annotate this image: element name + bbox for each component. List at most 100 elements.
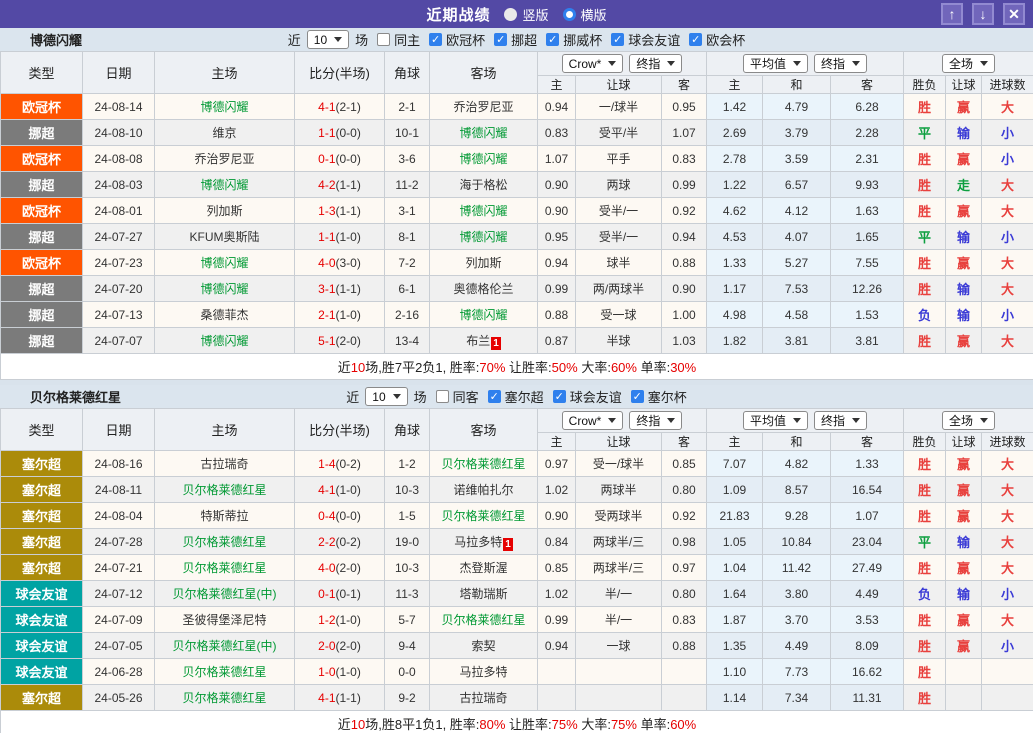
match-date: 24-07-05 — [83, 633, 155, 659]
away-team: 博德闪耀 — [430, 146, 538, 172]
avg-away-odds: 1.33 — [831, 451, 904, 477]
avg-home-odds: 1.35 — [707, 633, 763, 659]
avg-time-select[interactable]: 终指 — [814, 411, 867, 430]
bookmaker-select[interactable]: Crow* — [562, 54, 624, 73]
half-time-score: (1-0) — [336, 665, 361, 679]
away-odds: 0.98 — [662, 529, 707, 555]
result-goals: 大 — [982, 451, 1033, 477]
avg-draw-odds: 4.82 — [763, 451, 831, 477]
bookmaker-select[interactable]: Crow* — [562, 411, 624, 430]
avg-home-odds: 1.14 — [707, 685, 763, 711]
match-date: 24-08-01 — [83, 198, 155, 224]
league-checkbox-1[interactable]: ✓ — [553, 390, 566, 403]
close-button[interactable]: ✕ — [1003, 3, 1025, 25]
result-handicap: 赢 — [946, 146, 982, 172]
home-odds: 0.90 — [538, 172, 576, 198]
same-venue-checkbox[interactable] — [436, 390, 449, 403]
score-cell: 1-2(1-0) — [295, 607, 385, 633]
league-checkbox-1[interactable]: ✓ — [494, 33, 507, 46]
recent-count-select[interactable]: 10 — [365, 387, 407, 406]
radio-horizontal[interactable]: 横版 — [563, 5, 607, 24]
home-team: 维京 — [155, 120, 295, 146]
average-select[interactable]: 平均值 — [743, 411, 808, 430]
avg-home-odds: 21.83 — [707, 503, 763, 529]
avg-home-odds: 2.69 — [707, 120, 763, 146]
result-outcome: 胜 — [904, 250, 946, 276]
corner-count: 5-7 — [385, 607, 430, 633]
result-handicap: 走 — [946, 172, 982, 198]
average-select[interactable]: 平均值 — [743, 54, 808, 73]
away-team: 奥德格伦兰 — [430, 276, 538, 302]
col-corner: 角球 — [385, 52, 430, 94]
home-odds: 1.02 — [538, 581, 576, 607]
result-outcome: 胜 — [904, 633, 946, 659]
league-checkbox-0[interactable]: ✓ — [488, 390, 501, 403]
radio-dot-icon[interactable] — [563, 8, 576, 21]
away-odds: 0.80 — [662, 581, 707, 607]
home-team: 贝尔格莱德红星 — [155, 685, 295, 711]
table-row: 欧冠杯24-08-01列加斯1-3(1-1)3-1博德闪耀0.90受半/一0.9… — [1, 198, 1033, 224]
avg-away-odds: 16.62 — [831, 659, 904, 685]
games-label: 场 — [414, 387, 427, 406]
league-checkbox-4[interactable]: ✓ — [689, 33, 702, 46]
odds-time-select[interactable]: 终指 — [629, 411, 682, 430]
result-goals: 小 — [982, 581, 1033, 607]
radio-vertical[interactable]: 竖版 — [504, 5, 548, 24]
corner-count: 6-1 — [385, 276, 430, 302]
full-time-score: 1-4 — [318, 457, 335, 471]
avg-away-odds: 8.09 — [831, 633, 904, 659]
recent-count-select[interactable]: 10 — [307, 30, 349, 49]
league-badge: 球会友谊 — [1, 659, 83, 685]
avg-away-odds: 9.93 — [831, 172, 904, 198]
away-team: 古拉瑞奇 — [430, 685, 538, 711]
move-up-button[interactable]: ↑ — [941, 3, 963, 25]
table-row: 塞尔超24-05-26贝尔格莱德红星4-1(1-1)9-2古拉瑞奇1.147.3… — [1, 685, 1033, 711]
result-goals: 大 — [982, 198, 1033, 224]
match-date: 24-08-04 — [83, 503, 155, 529]
away-team: 贝尔格莱德红星 — [430, 607, 538, 633]
handicap-line: 半球 — [576, 328, 662, 354]
away-odds: 0.88 — [662, 250, 707, 276]
home-team: 贝尔格莱德红星 — [155, 477, 295, 503]
match-date: 24-07-20 — [83, 276, 155, 302]
scope-select[interactable]: 全场 — [942, 411, 995, 430]
avg-away-odds: 1.07 — [831, 503, 904, 529]
corner-count: 10-3 — [385, 477, 430, 503]
move-down-button[interactable]: ↓ — [972, 3, 994, 25]
result-handicap: 赢 — [946, 94, 982, 120]
corner-count: 1-5 — [385, 503, 430, 529]
result-goals: 大 — [982, 328, 1033, 354]
away-team: 博德闪耀 — [430, 224, 538, 250]
score-cell: 4-2(1-1) — [295, 172, 385, 198]
home-odds: 0.99 — [538, 276, 576, 302]
radio-dot-icon[interactable] — [504, 8, 517, 21]
avg-draw-odds: 10.84 — [763, 529, 831, 555]
avg-away-odds: 16.54 — [831, 477, 904, 503]
col-home: 主场 — [155, 52, 295, 94]
match-date: 24-07-27 — [83, 224, 155, 250]
odds-time-select[interactable]: 终指 — [629, 54, 682, 73]
match-date: 24-07-12 — [83, 581, 155, 607]
avg-draw-odds: 3.80 — [763, 581, 831, 607]
result-goals: 小 — [982, 224, 1033, 250]
league-checkbox-2[interactable]: ✓ — [546, 33, 559, 46]
result-goals: 大 — [982, 503, 1033, 529]
filters: 近10场同客✓塞尔超✓球会友谊✓塞尔杯 — [346, 387, 686, 406]
home-odds — [538, 659, 576, 685]
league-checkbox-3[interactable]: ✓ — [611, 33, 624, 46]
league-badge: 挪超 — [1, 172, 83, 198]
result-goals: 大 — [982, 607, 1033, 633]
chevron-down-icon — [980, 418, 988, 423]
half-time-score: (0-0) — [336, 152, 361, 166]
league-badge: 欧冠杯 — [1, 250, 83, 276]
league-checkbox-0[interactable]: ✓ — [429, 33, 442, 46]
full-time-score: 1-1 — [318, 230, 335, 244]
same-venue-checkbox[interactable] — [377, 33, 390, 46]
avg-time-select[interactable]: 终指 — [814, 54, 867, 73]
home-team: 博德闪耀 — [155, 94, 295, 120]
league-checkbox-2[interactable]: ✓ — [631, 390, 644, 403]
home-odds: 1.02 — [538, 477, 576, 503]
scope-select[interactable]: 全场 — [942, 54, 995, 73]
chevron-down-icon — [980, 61, 988, 66]
result-goals: 大 — [982, 276, 1033, 302]
